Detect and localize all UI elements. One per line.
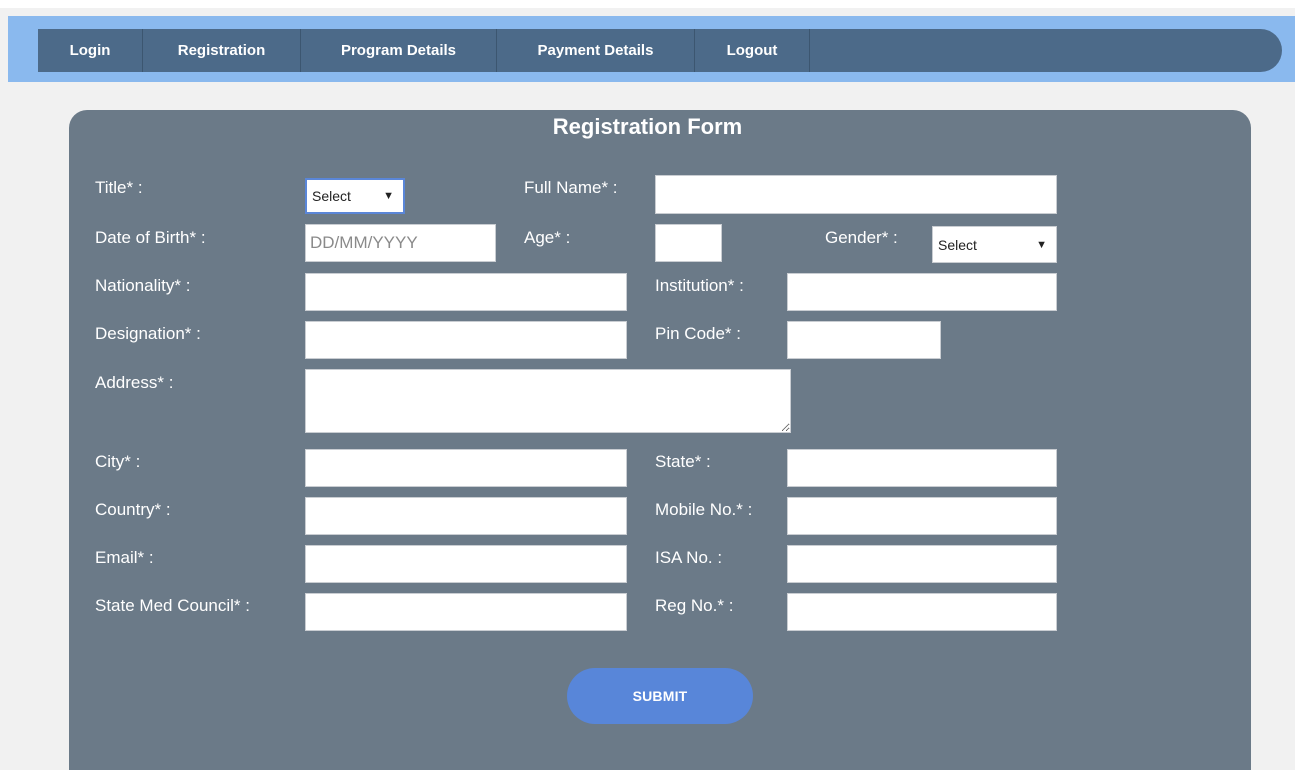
isa-no-label: ISA No. : — [655, 548, 723, 567]
city-label: City* : — [95, 452, 141, 471]
mobile-label: Mobile No.* : — [655, 500, 753, 519]
nav-payment-details[interactable]: Payment Details — [497, 29, 694, 72]
gender-select-value: Select — [938, 236, 977, 253]
full-name-input[interactable] — [655, 175, 1057, 214]
chevron-down-icon: ▼ — [383, 190, 394, 202]
form-title: Registration Form — [552, 114, 743, 139]
title-select[interactable]: Select ▼ — [305, 178, 405, 214]
dob-label: Date of Birth* : — [95, 228, 206, 247]
age-input[interactable] — [655, 224, 722, 262]
nav-login[interactable]: Login — [38, 29, 142, 72]
address-textarea[interactable] — [305, 369, 791, 433]
designation-label: Designation* : — [95, 324, 201, 343]
institution-input[interactable] — [787, 273, 1057, 311]
nav-program-details[interactable]: Program Details — [301, 29, 496, 72]
gender-label: Gender* : — [825, 228, 898, 247]
isa-no-input[interactable] — [787, 545, 1057, 583]
gender-select[interactable]: Select ▼ — [932, 226, 1057, 263]
top-strip — [0, 0, 1295, 8]
main-navigation: Login Registration Program Details Payme… — [38, 29, 1282, 72]
reg-no-label: Reg No.* : — [655, 596, 734, 615]
state-input[interactable] — [787, 449, 1057, 487]
pin-code-label: Pin Code* : — [655, 324, 741, 343]
age-label: Age* : — [524, 228, 571, 247]
state-med-council-label: State Med Council* : — [95, 596, 250, 615]
nationality-input[interactable] — [305, 273, 627, 311]
city-input[interactable] — [305, 449, 627, 487]
reg-no-input[interactable] — [787, 593, 1057, 631]
email-label: Email* : — [95, 548, 154, 567]
nav-registration[interactable]: Registration — [143, 29, 300, 72]
mobile-input[interactable] — [787, 497, 1057, 535]
chevron-down-icon: ▼ — [1036, 238, 1047, 251]
email-input[interactable] — [305, 545, 627, 583]
title-select-value: Select — [312, 188, 351, 204]
submit-button[interactable]: SUBMIT — [567, 668, 753, 724]
state-label: State* : — [655, 452, 711, 471]
designation-input[interactable] — [305, 321, 627, 359]
nav-divider — [809, 29, 810, 72]
state-med-council-input[interactable] — [305, 593, 627, 631]
nav-logout[interactable]: Logout — [695, 29, 809, 72]
institution-label: Institution* : — [655, 276, 744, 295]
title-label: Title* : — [95, 178, 143, 197]
address-label: Address* : — [95, 373, 174, 392]
full-name-label: Full Name* : — [524, 178, 618, 197]
country-input[interactable] — [305, 497, 627, 535]
pin-code-input[interactable] — [787, 321, 941, 359]
dob-input[interactable] — [305, 224, 496, 262]
country-label: Country* : — [95, 500, 171, 519]
nationality-label: Nationality* : — [95, 276, 191, 295]
